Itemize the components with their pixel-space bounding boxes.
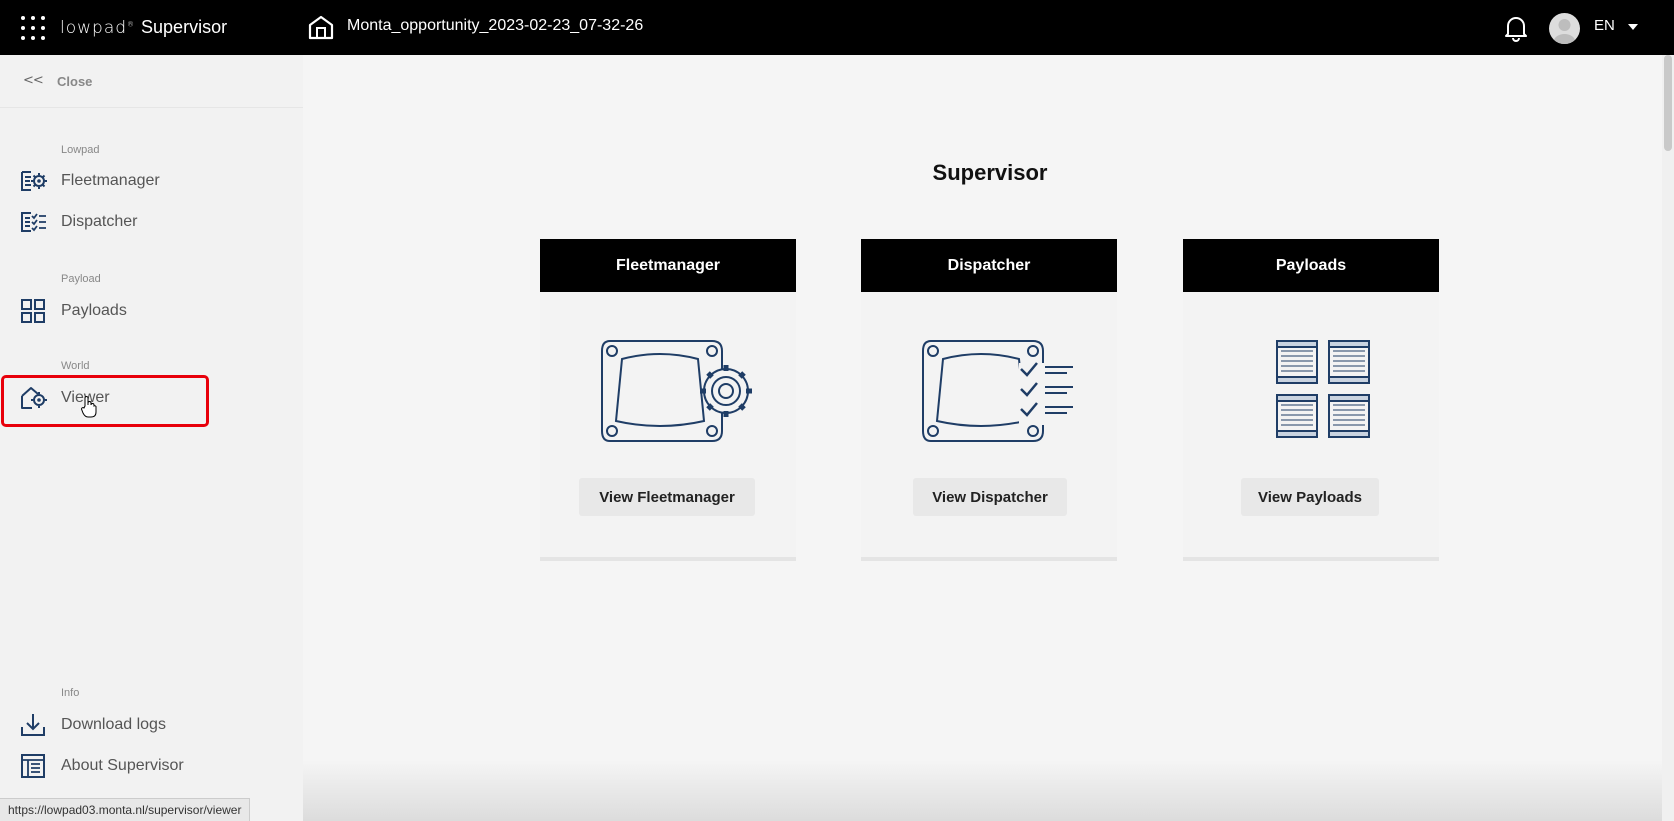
section-label-info: Info [61,687,80,699]
card-title: Dispatcher [861,239,1117,292]
robot-gear-illustration [601,340,752,442]
window-icon [21,754,45,778]
project-title: Monta_opportunity_2023-02-23_07-32-26 [347,17,644,34]
view-dispatcher-button[interactable]: View Dispatcher [913,478,1067,516]
sidebar-item-label: Download logs [61,716,166,733]
sidebar-item-label: Fleetmanager [61,172,160,189]
double-chevron-left-icon: << [23,73,44,88]
sidebar-item-dispatcher[interactable]: Dispatcher [0,202,303,242]
section-label-lowpad: Lowpad [61,144,100,156]
close-label: Close [57,74,93,89]
language-selector[interactable]: EN [1594,17,1615,34]
section-label-payload: Payload [61,273,101,285]
grid-icon [21,299,45,323]
user-avatar[interactable] [1549,13,1580,44]
view-payloads-button[interactable]: View Payloads [1241,478,1379,516]
scrollbar[interactable] [1662,55,1674,821]
sidebar-close-button[interactable]: << Close [0,55,303,108]
brand-logo: lowpad® [60,18,136,38]
sidebar-item-label: About Supervisor [61,757,184,774]
dispatcher-icon [21,212,46,232]
fleetmanager-icon [21,171,47,191]
download-icon [21,714,45,736]
top-bar: lowpad® Supervisor Monta_opportunity_202… [0,0,1674,55]
sidebar-item-label: Payloads [61,302,127,319]
sidebar: << Close Lowpad Fleetmanager Dispatcher … [0,55,303,821]
chevron-down-icon[interactable] [1628,24,1638,30]
card-title: Payloads [1183,239,1439,292]
scroll-thumb[interactable] [1664,55,1672,151]
home-icon[interactable] [308,14,334,40]
card-payloads: Payloads View Payloads [1183,239,1439,561]
sidebar-item-download-logs[interactable]: Download logs [0,705,303,745]
card-fleetmanager: Fleetmanager View Fleetmanager [540,239,796,561]
sidebar-item-label: Dispatcher [61,213,138,230]
section-label-world: World [61,360,90,372]
viewer-icon [21,387,47,409]
sidebar-item-payloads[interactable]: Payloads [0,291,303,331]
card-dispatcher: Dispatcher View Dispatcher [861,239,1117,561]
apps-grid-icon[interactable] [21,16,45,40]
bottom-fade [303,760,1674,821]
payload-grid-illustration [1276,340,1370,438]
status-bar-url: https://lowpad03.monta.nl/supervisor/vie… [0,798,251,821]
sidebar-item-about[interactable]: About Supervisor [0,746,303,786]
robot-checklist-illustration [922,340,1081,442]
view-fleetmanager-button[interactable]: View Fleetmanager [579,478,755,516]
brand-name: Supervisor [141,17,228,37]
page-title: Supervisor [932,160,1048,185]
card-title: Fleetmanager [540,239,796,292]
brand[interactable]: lowpad® Supervisor [60,17,227,38]
sidebar-item-fleetmanager[interactable]: Fleetmanager [0,161,303,201]
sidebar-item-viewer[interactable]: Viewer [0,378,303,418]
hand-cursor-icon [81,396,97,418]
bell-icon[interactable] [1503,14,1529,42]
